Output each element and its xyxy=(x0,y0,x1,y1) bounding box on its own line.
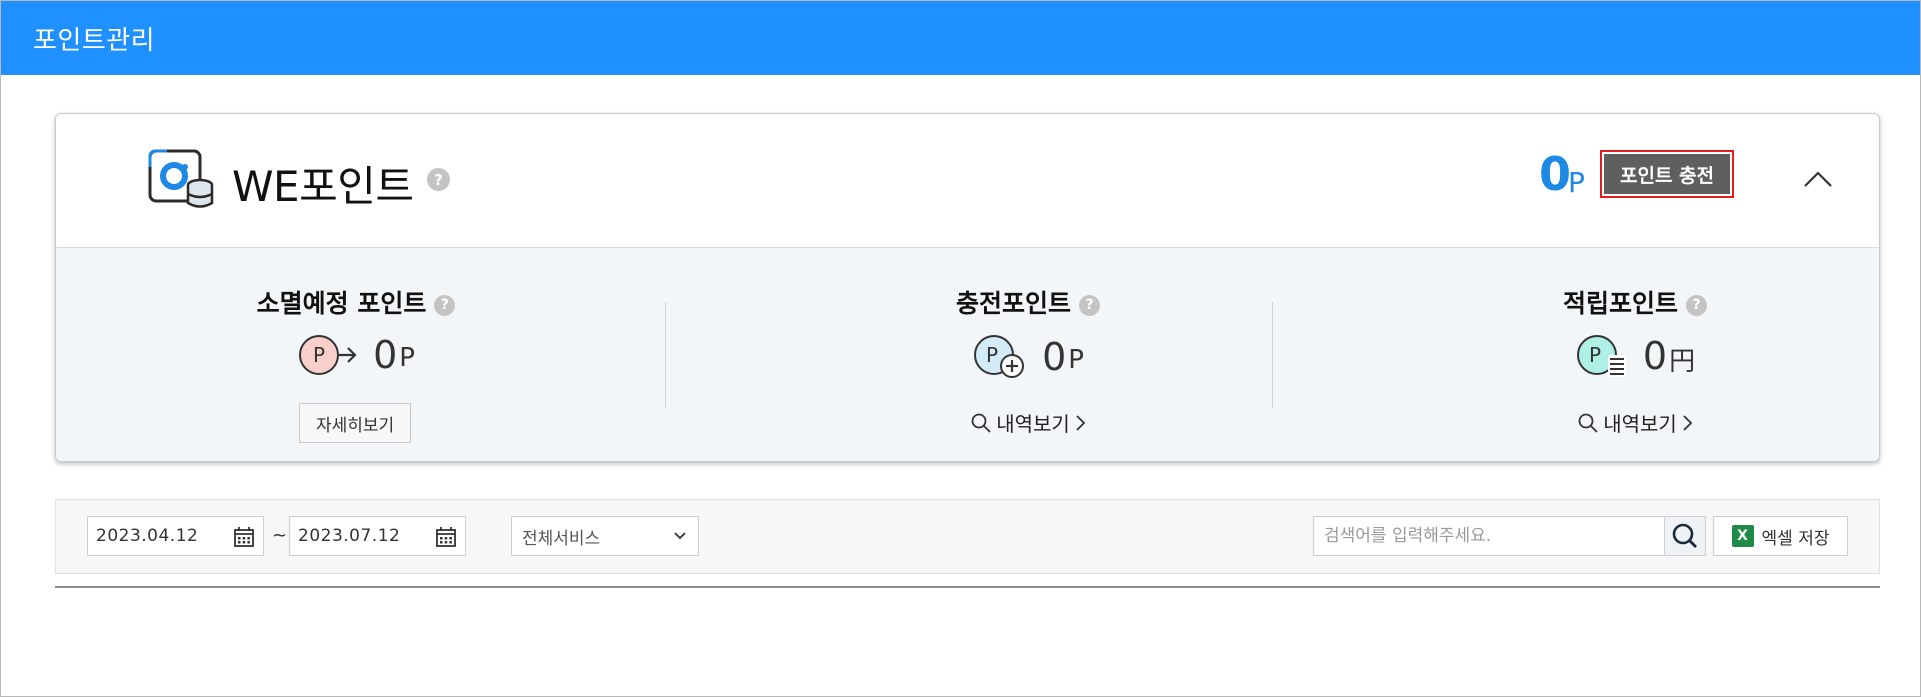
point-earn-icon: P xyxy=(1576,335,1626,377)
point-charge-button[interactable]: 포인트 충전 xyxy=(1600,150,1734,198)
list-top-divider xyxy=(55,586,1880,588)
stat-expiring-title: 소멸예정 포인트 xyxy=(256,289,427,318)
calendar-icon[interactable] xyxy=(435,526,457,548)
wepoint-title: WE포인트 xyxy=(232,162,414,211)
chevron-up-icon[interactable] xyxy=(1801,168,1835,190)
calendar-icon[interactable] xyxy=(233,526,255,548)
search-icon xyxy=(1672,523,1697,548)
start-date-value: 2023.04.12 xyxy=(96,526,199,546)
stat-earned-value-row: P 0 円 xyxy=(1335,333,1879,379)
svg-text:P: P xyxy=(986,343,998,367)
point-stats: 소멸예정 포인트? P 0 P 자세히보기 충전포인트? P 0 P 내역보기 … xyxy=(56,247,1879,461)
stat-earned-unit: 円 xyxy=(1669,346,1696,377)
title-bar: 포인트관리 xyxy=(1,1,1920,75)
wepoint-card-header: WE포인트 ? 0 P 포인트 충전 xyxy=(56,114,1879,247)
stat-earned-value: 0 xyxy=(1642,334,1668,378)
charged-history-label: 내역보기 xyxy=(996,412,1070,436)
stat-earned-title-row: 적립포인트? xyxy=(1335,284,1879,320)
stat-expiring-value: 0 xyxy=(373,333,398,377)
stat-charged-value: 0 xyxy=(1042,335,1067,379)
service-select[interactable]: 전체서비스 xyxy=(511,516,699,556)
stat-expiring-value-row: P 0 P xyxy=(56,333,656,377)
stat-charged-unit: P xyxy=(1068,345,1084,375)
earned-history-link[interactable]: 내역보기 xyxy=(1335,408,1879,437)
earned-history-label: 내역보기 xyxy=(1603,412,1677,436)
stat-earned: 적립포인트? P 0 円 내역보기 xyxy=(1335,248,1879,461)
excel-icon: X xyxy=(1731,525,1754,547)
stat-charged-help-icon[interactable]: ? xyxy=(1079,294,1100,316)
filter-bar: 2023.04.12 ~ 2023.07.12 전체서비스 검색어를 입력해주세… xyxy=(55,499,1880,574)
wepoint-total-unit: P xyxy=(1568,166,1585,199)
chevron-down-icon xyxy=(674,532,686,540)
chevron-right-icon xyxy=(1683,414,1693,431)
excel-save-label: 엑셀 저장 xyxy=(1761,528,1830,549)
stats-divider xyxy=(1272,302,1273,408)
stat-charged-title: 충전포인트 xyxy=(955,289,1071,318)
svg-text:P: P xyxy=(1589,343,1601,367)
wepoint-total-value: 0 xyxy=(1539,147,1572,201)
stat-charged: 충전포인트? P 0 P 내역보기 xyxy=(728,248,1328,461)
expiring-detail-button[interactable]: 자세히보기 xyxy=(299,403,412,443)
wepoint-logo-icon xyxy=(148,149,214,208)
search-input[interactable] xyxy=(1313,516,1665,556)
excel-save-button[interactable]: X 엑셀 저장 xyxy=(1713,516,1848,556)
point-charge-icon: P xyxy=(974,335,1025,378)
stat-expiring-unit: P xyxy=(399,343,415,373)
charged-history-link[interactable]: 내역보기 xyxy=(728,408,1328,437)
stat-charged-title-row: 충전포인트? xyxy=(728,284,1328,320)
search-icon xyxy=(971,413,991,433)
service-select-value: 전체서비스 xyxy=(522,528,601,549)
wepoint-help-icon[interactable]: ? xyxy=(427,168,450,191)
stats-divider xyxy=(665,302,666,408)
page-title: 포인트관리 xyxy=(33,25,156,56)
stat-earned-title: 적립포인트 xyxy=(1562,289,1678,318)
point-expire-icon: P xyxy=(299,335,357,375)
date-range-separator: ~ xyxy=(272,525,288,546)
wepoint-card: WE포인트 ? 0 P 포인트 충전 소멸예정 포인트? P 0 P 자세히보기… xyxy=(55,113,1880,462)
search-icon xyxy=(1578,413,1598,433)
stat-expiring-title-row: 소멸예정 포인트? xyxy=(56,284,656,320)
svg-text:P: P xyxy=(313,343,325,367)
start-date-input[interactable]: 2023.04.12 xyxy=(87,516,264,556)
chevron-right-icon xyxy=(1076,414,1086,431)
stat-charged-value-row: P 0 P xyxy=(728,333,1328,381)
stat-expiring-help-icon[interactable]: ? xyxy=(434,294,456,316)
end-date-input[interactable]: 2023.07.12 xyxy=(289,516,466,556)
stat-expiring: 소멸예정 포인트? P 0 P 자세히보기 xyxy=(56,248,656,461)
stat-earned-help-icon[interactable]: ? xyxy=(1686,294,1707,316)
search-button[interactable] xyxy=(1664,516,1706,556)
end-date-value: 2023.07.12 xyxy=(298,526,401,546)
